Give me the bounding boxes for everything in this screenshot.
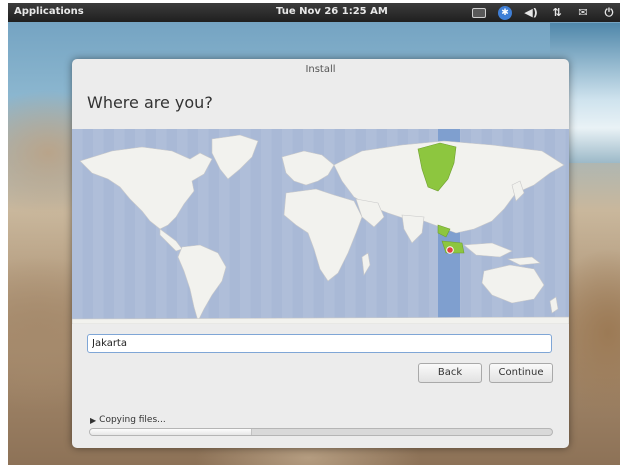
location-input[interactable]: [87, 334, 552, 353]
desktop-background: Applications Tue Nov 26 1:25 AM ✱ ◀) ⇅ ✉…: [8, 3, 620, 465]
progress-expander[interactable]: ▶ Copying files...: [90, 415, 166, 425]
progress-bar: [89, 428, 553, 436]
window-title: Install: [305, 64, 336, 75]
continue-button[interactable]: Continue: [489, 363, 553, 383]
world-map-icon: [72, 129, 569, 324]
panel-clock[interactable]: Tue Nov 26 1:25 AM: [276, 6, 388, 17]
transfer-icon[interactable]: ⇅: [550, 6, 564, 20]
power-icon[interactable]: ⏻: [602, 6, 616, 20]
expander-arrow-icon: ▶: [90, 415, 97, 425]
accessibility-icon[interactable]: ✱: [498, 5, 512, 20]
system-tray: ✱ ◀) ⇅ ✉ ⏻: [472, 5, 616, 20]
location-marker: [446, 246, 454, 254]
install-window: Install Where are you? Jakarta Back Cont…: [72, 59, 569, 448]
mail-icon[interactable]: ✉: [576, 6, 590, 20]
page-title: Where are you?: [87, 93, 213, 112]
network-icon[interactable]: [472, 6, 486, 20]
progress-fill: [90, 429, 252, 435]
top-panel: Applications Tue Nov 26 1:25 AM ✱ ◀) ⇅ ✉…: [8, 3, 620, 22]
back-button[interactable]: Back: [418, 363, 482, 383]
timezone-map[interactable]: [72, 129, 569, 324]
applications-menu[interactable]: Applications: [14, 6, 84, 17]
volume-icon[interactable]: ◀): [524, 6, 538, 20]
progress-label: Copying files...: [99, 415, 166, 425]
